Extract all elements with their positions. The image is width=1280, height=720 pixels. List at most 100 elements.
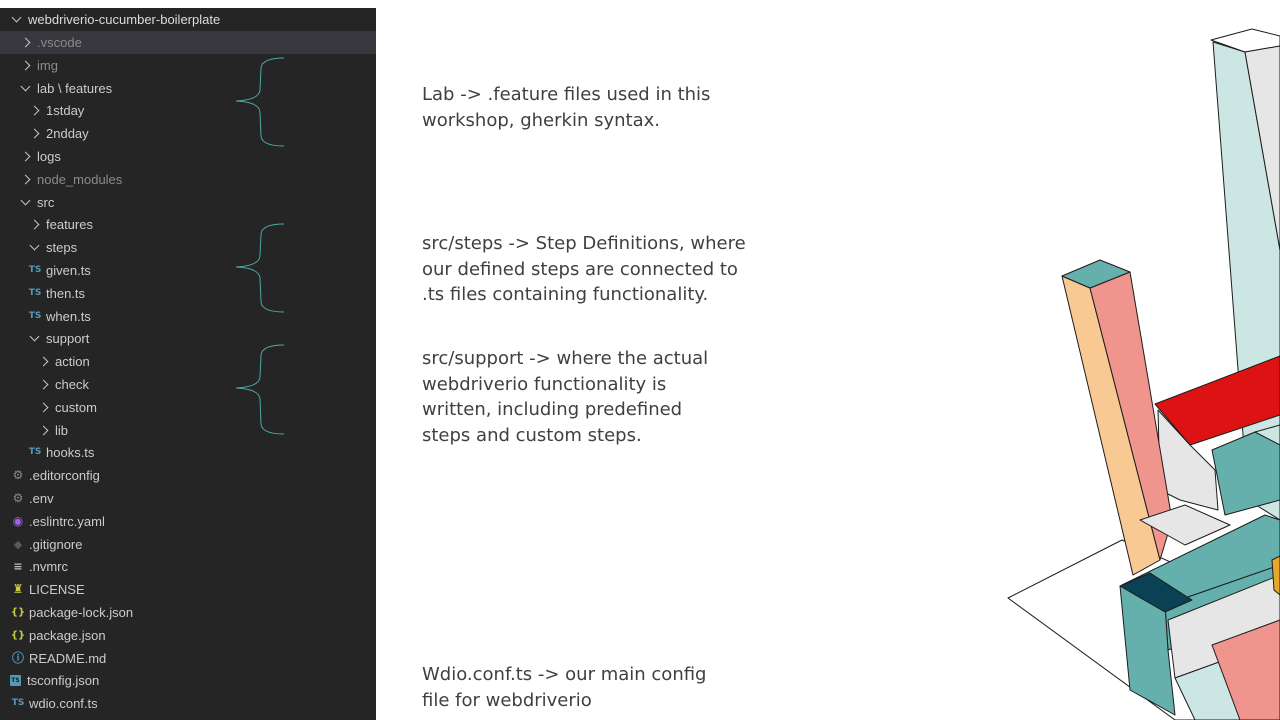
tree-item-label: .gitignore (29, 537, 83, 552)
base-plane (1007, 539, 1280, 720)
chevron-right-icon (38, 356, 49, 367)
json-icon: {} (10, 630, 26, 641)
tree-item-label: wdio.conf.ts (29, 696, 98, 711)
file-hooks-ts[interactable]: TS hooks.ts (0, 441, 376, 464)
file-explorer: webdriverio-cucumber-boilerplate .vscode… (0, 8, 376, 720)
grey-lower-slab (1167, 574, 1280, 679)
tower-front (1244, 45, 1280, 251)
navy-cube-top (1119, 572, 1193, 613)
file-package-lock-json[interactable]: {} package-lock.json (0, 601, 376, 624)
teal-beam-top (1121, 514, 1280, 606)
tree-item-label: README.md (29, 651, 107, 666)
peach-pillar-side (1061, 275, 1161, 576)
file-when-ts[interactable]: TS when.ts (0, 305, 376, 328)
chevron-right-icon (20, 151, 31, 162)
salmon-pillar-front (1089, 271, 1173, 561)
grey-slab (1139, 504, 1231, 546)
explorer-root-folder[interactable]: webdriverio-cucumber-boilerplate (0, 8, 376, 31)
gear-icon: ⚙ (12, 468, 24, 482)
tree-item-label: steps (46, 240, 78, 255)
json-icon: {} (10, 607, 26, 618)
tree-item-label: custom (55, 400, 97, 415)
chevron-right-icon (29, 219, 40, 230)
folder-custom[interactable]: custom (0, 396, 376, 419)
tree-item-label: package-lock.json (29, 605, 134, 620)
tree-item-label: 1stday (46, 103, 85, 118)
teal-pillar (1211, 431, 1280, 516)
folder-logs[interactable]: logs (0, 145, 376, 168)
chevron-right-icon (20, 37, 31, 48)
teal-beam-front (1164, 564, 1280, 651)
chevron-right-icon (20, 60, 31, 71)
folder-node-modules[interactable]: node_modules (0, 168, 376, 191)
tree-item-label: action (55, 354, 90, 369)
license-icon: ♜ (12, 582, 24, 596)
tree-item-label: src (37, 195, 55, 210)
chevron-down-icon (11, 12, 22, 23)
chevron-down-icon (29, 331, 40, 342)
tower-top (1210, 28, 1280, 53)
folder-steps[interactable]: steps (0, 236, 376, 259)
tree-item-label: hooks.ts (46, 445, 95, 460)
folder-check[interactable]: check (0, 373, 376, 396)
file-then-ts[interactable]: TS then.ts (0, 282, 376, 305)
file-gitignore[interactable]: ◆ .gitignore (0, 533, 376, 556)
chevron-right-icon (29, 128, 40, 139)
lines-icon: ≡ (13, 560, 23, 573)
typescript-icon: TS (28, 447, 42, 457)
chevron-right-icon (38, 402, 49, 413)
tree-item-label: .eslintrc.yaml (29, 514, 105, 529)
chevron-right-icon (38, 425, 49, 436)
folder-lib[interactable]: lib (0, 419, 376, 442)
tree-item-label: node_modules (37, 172, 123, 187)
tree-item-label: tsconfig.json (27, 673, 100, 688)
file-eslintrc-yaml[interactable]: ◉ .eslintrc.yaml (0, 510, 376, 533)
teal-cube-side (1119, 585, 1176, 716)
chevron-right-icon (20, 174, 31, 185)
folder-img[interactable]: img (0, 54, 376, 77)
pillar-top (1061, 259, 1131, 289)
tree-item-label: given.ts (46, 263, 91, 278)
info-icon: ⓘ (11, 651, 24, 665)
tree-item-label: LICENSE (29, 582, 85, 597)
teal-pillar-light (1254, 424, 1280, 446)
file-nvmrc[interactable]: ≡ .nvmrc (0, 555, 376, 578)
explorer-root-label: webdriverio-cucumber-boilerplate (28, 12, 221, 27)
salmon-lower (1211, 619, 1280, 720)
tree-item-label: .env (29, 491, 54, 506)
tree-item-label: features (46, 217, 93, 232)
file-wdio-conf-ts[interactable]: TS wdio.conf.ts (0, 692, 376, 715)
tree-item-label: .editorconfig (29, 468, 100, 483)
tree-item-label: when.ts (46, 309, 91, 324)
tree-item-label: .vscode (37, 35, 82, 50)
folder-vscode[interactable]: .vscode (0, 31, 376, 54)
folder-2ndday[interactable]: 2ndday (0, 122, 376, 145)
gear-icon: ⚙ (12, 491, 24, 505)
note-wdio-conf: Wdio.conf.ts -> our main config file for… (422, 664, 707, 711)
folder-1stday[interactable]: 1stday (0, 99, 376, 122)
chevron-down-icon (29, 240, 40, 251)
folder-support[interactable]: support (0, 327, 376, 350)
typescript-icon: TS (28, 288, 42, 298)
tree-item-label: package.json (29, 628, 106, 643)
folder-lab-features[interactable]: lab \ features (0, 77, 376, 100)
folder-src[interactable]: src (0, 191, 376, 214)
gold-accent (1271, 555, 1280, 596)
folder-action[interactable]: action (0, 350, 376, 373)
red-block-top (1154, 355, 1280, 446)
tower-side (1212, 41, 1280, 521)
folder-features[interactable]: features (0, 213, 376, 236)
file-readme-md[interactable]: ⓘ README.md (0, 647, 376, 670)
tree-item-label: logs (37, 149, 61, 164)
file-package-json[interactable]: {} package.json (0, 624, 376, 647)
file-license[interactable]: ♜ LICENSE (0, 578, 376, 601)
tree-item-label: then.ts (46, 286, 86, 301)
eslint-icon: ◉ (12, 514, 24, 528)
file-given-ts[interactable]: TS given.ts (0, 259, 376, 282)
note-src-support: src/support -> where the actual webdrive… (422, 348, 709, 446)
chevron-right-icon (29, 105, 40, 116)
file-editorconfig[interactable]: ⚙ .editorconfig (0, 464, 376, 487)
file-env[interactable]: ⚙ .env (0, 487, 376, 510)
light-teal-lower (1174, 639, 1280, 720)
file-tsconfig-json[interactable]: TS tsconfig.json (0, 669, 376, 692)
